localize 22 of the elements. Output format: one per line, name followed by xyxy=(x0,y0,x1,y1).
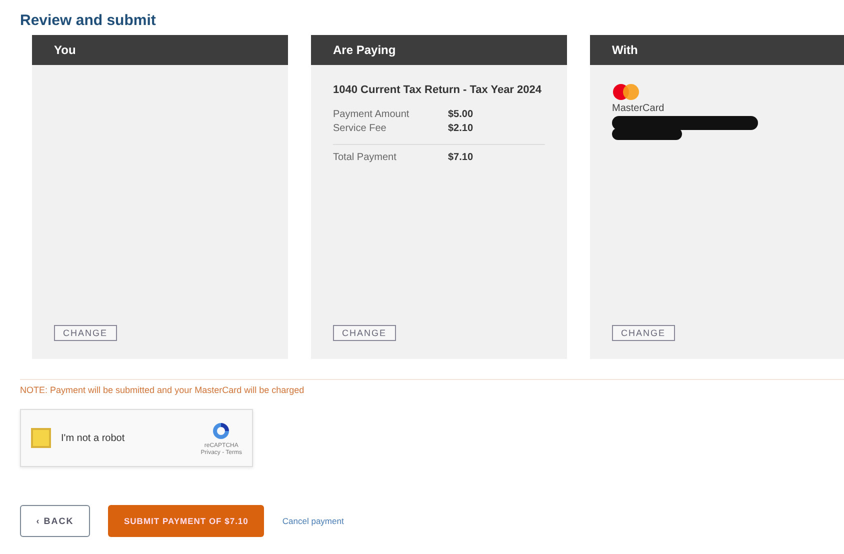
line-value: $2.10 xyxy=(448,122,474,136)
payment-note: NOTE: Payment will be submitted and your MasterCard will be charged xyxy=(20,379,844,395)
line-label: Service Fee xyxy=(333,122,388,136)
card-header: You xyxy=(32,35,288,65)
captcha-checkbox[interactable] xyxy=(31,428,51,448)
change-button[interactable]: CHANGE xyxy=(612,325,675,341)
card-header: Are Paying xyxy=(311,35,567,65)
line-value: $5.00 xyxy=(448,108,474,122)
change-button[interactable]: CHANGE xyxy=(333,325,396,341)
total-label: Total Payment xyxy=(333,151,398,165)
card-brand: MasterCard xyxy=(612,103,666,114)
captcha-label: I'm not a robot xyxy=(61,432,126,444)
line-label: Payment Amount xyxy=(333,108,410,122)
back-button[interactable]: ‹ BACK xyxy=(20,505,90,537)
total-value: $7.10 xyxy=(448,151,474,165)
card-header: With xyxy=(590,35,844,65)
cancel-link[interactable]: Cancel payment xyxy=(282,516,344,526)
change-button[interactable]: CHANGE xyxy=(54,325,117,341)
card-logo-icon xyxy=(612,83,640,101)
payment-item: 1040 Current Tax Return - Tax Year 2024 xyxy=(333,83,542,98)
page-title: Review and submit xyxy=(20,12,157,29)
submit-button[interactable]: SUBMIT PAYMENT OF $7.10 xyxy=(108,505,264,537)
